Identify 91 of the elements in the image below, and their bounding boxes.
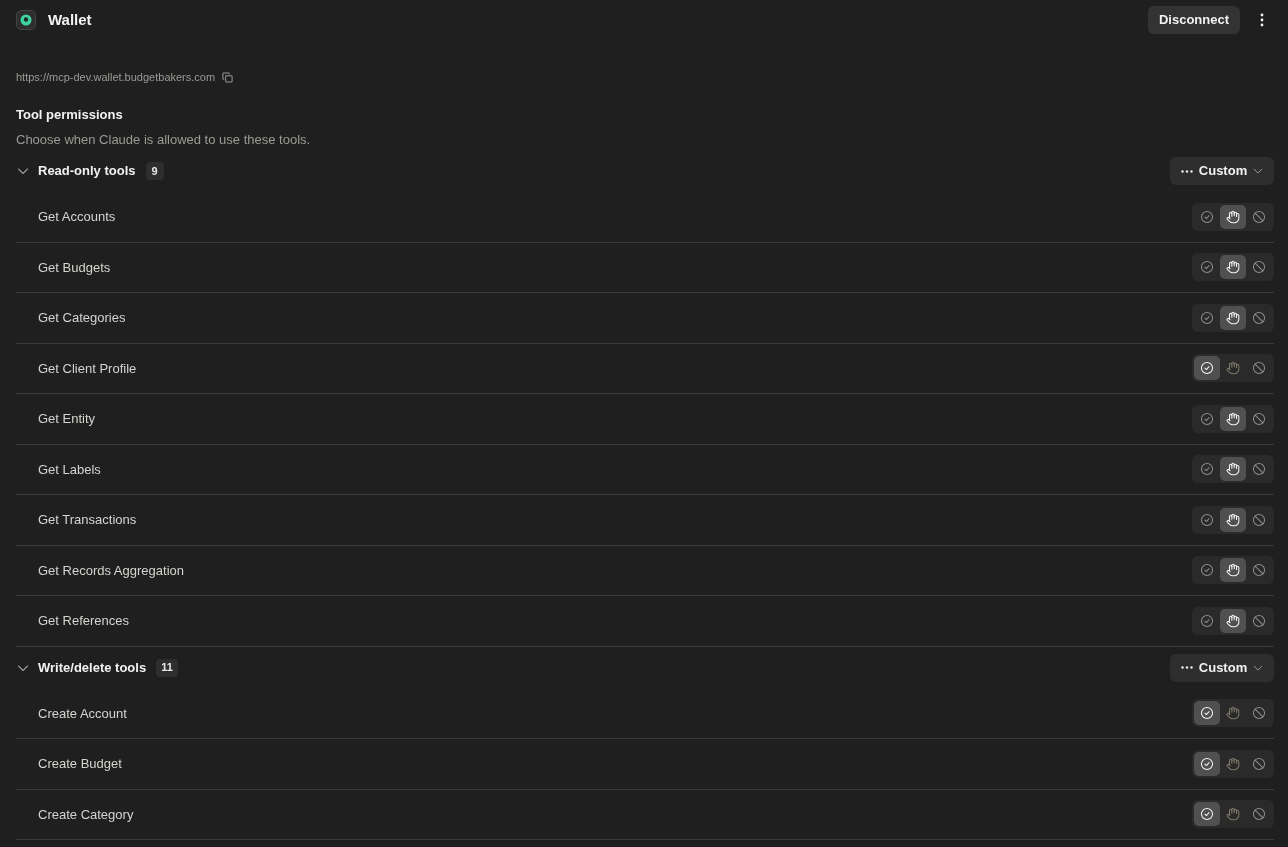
copy-icon (221, 71, 233, 83)
check-circle-icon (1200, 807, 1214, 822)
hand-icon (1226, 706, 1240, 721)
permission-selector[interactable] (1192, 749, 1274, 778)
permission-selector[interactable] (1192, 699, 1274, 728)
disconnect-button[interactable]: Disconnect (1147, 6, 1240, 34)
group-title: Write/delete tools (38, 658, 147, 677)
permission-selector[interactable] (1192, 455, 1274, 484)
server-url: https://mcp-dev.wallet.budgetbakers.com (16, 69, 216, 85)
permission-selector[interactable] (1192, 505, 1274, 534)
group-title: Read-only tools (38, 162, 136, 181)
hand-icon (1226, 310, 1240, 325)
tool-name: Get Client Profile (38, 359, 137, 378)
ban-icon (1252, 310, 1266, 325)
check-circle-icon (1200, 512, 1214, 527)
ban-icon (1252, 260, 1266, 275)
hand-icon (1226, 613, 1240, 628)
ban-icon (1252, 706, 1266, 721)
permission-mode-dropdown[interactable]: Custom (1170, 653, 1274, 682)
permission-selector[interactable] (1192, 303, 1274, 332)
wallet-logo-icon (16, 10, 36, 30)
permission-mode-dropdown[interactable]: Custom (1170, 157, 1274, 185)
dots-icon (1180, 666, 1193, 669)
check-circle-icon (1200, 260, 1214, 275)
allow-button[interactable] (1194, 802, 1220, 827)
permission-selector[interactable] (1192, 800, 1274, 829)
ask-button[interactable] (1220, 255, 1246, 280)
hand-icon (1226, 361, 1240, 376)
hand-icon (1226, 563, 1240, 578)
allow-button[interactable] (1194, 356, 1220, 381)
check-circle-icon (1200, 411, 1214, 426)
check-circle-icon (1200, 613, 1214, 628)
chevron-down-icon (17, 165, 29, 177)
hand-icon (1226, 411, 1240, 426)
tool-name: Create Category (38, 805, 134, 824)
hand-icon (1226, 807, 1240, 822)
permission-selector[interactable] (1192, 354, 1274, 383)
tool-name: Get Records Aggregation (38, 561, 184, 580)
ban-icon (1252, 411, 1266, 426)
check-circle-icon (1200, 706, 1214, 721)
chevron-down-icon (1253, 166, 1264, 176)
check-circle-icon (1200, 563, 1214, 578)
ask-button[interactable] (1220, 406, 1246, 431)
check-circle-icon (1200, 462, 1214, 477)
check-circle-icon (1200, 310, 1214, 325)
tool-name: Create Budget (38, 755, 122, 773)
ask-button[interactable] (1220, 507, 1246, 532)
allow-button[interactable] (1194, 701, 1220, 726)
ban-icon (1252, 462, 1266, 477)
permission-selector[interactable] (1192, 202, 1274, 231)
ask-button[interactable] (1220, 457, 1246, 482)
ask-button[interactable] (1220, 558, 1246, 583)
permission-selector[interactable] (1192, 404, 1274, 433)
ban-icon (1252, 613, 1266, 628)
allow-button[interactable] (1194, 751, 1220, 776)
hand-icon (1226, 756, 1240, 771)
check-circle-icon (1200, 756, 1214, 771)
copy-button[interactable] (221, 71, 234, 83)
tool-name: Get Budgets (38, 258, 111, 277)
tool-name: Create Account (38, 704, 127, 723)
permission-selector[interactable] (1192, 556, 1274, 585)
ban-icon (1252, 563, 1266, 578)
tool-name: Get Entity (38, 410, 96, 428)
ask-button[interactable] (1220, 608, 1246, 633)
hand-icon (1226, 260, 1240, 275)
dots-icon (1180, 169, 1193, 173)
ask-button[interactable] (1220, 204, 1246, 229)
ban-icon (1252, 209, 1266, 224)
server-title: Wallet (48, 9, 92, 30)
tool-count-badge: 9 (145, 162, 164, 180)
hand-icon (1226, 209, 1240, 224)
ban-icon (1252, 512, 1266, 527)
ban-icon (1252, 361, 1266, 376)
hand-icon (1226, 512, 1240, 527)
tool-name: Get Accounts (38, 208, 116, 226)
ban-icon (1252, 756, 1266, 771)
tool-name: Get Transactions (38, 511, 137, 529)
tool-name: Get References (38, 612, 130, 630)
ask-button[interactable] (1220, 305, 1246, 330)
kebab-menu-icon (1260, 13, 1264, 27)
check-circle-icon (1200, 209, 1214, 224)
tool-name: Get Labels (38, 460, 101, 479)
ban-icon (1252, 807, 1266, 822)
permission-selector[interactable] (1192, 253, 1274, 282)
section-description: Choose when Claude is allowed to use these tools. (16, 131, 312, 149)
tool-name: Get Categories (38, 309, 126, 327)
tool-count-badge: 11 (156, 658, 178, 677)
hand-icon (1226, 462, 1240, 477)
section-title: Tool permissions (16, 106, 124, 124)
permission-selector[interactable] (1192, 606, 1274, 635)
check-circle-icon (1200, 361, 1214, 376)
